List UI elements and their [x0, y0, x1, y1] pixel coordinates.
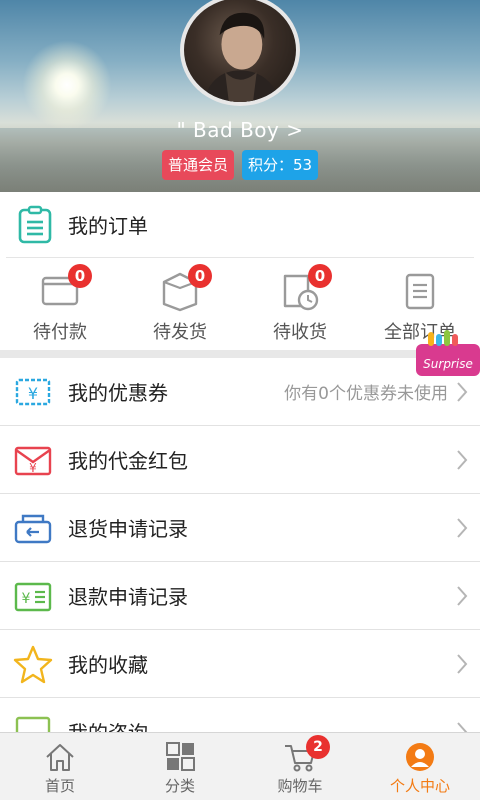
coupons-hint: 你有0个优惠券未使用 [284, 384, 448, 404]
cart-count-badge: 2 [306, 735, 330, 759]
svg-text:¥: ¥ [29, 461, 37, 475]
my-orders-label: 我的订单 [68, 214, 148, 238]
tab-home-label: 首页 [44, 777, 75, 795]
account-menu: ¥ 我的优惠券 你有0个优惠券未使用 ¥ 我的代金红包 退货申请记录 ¥ 退款申… [0, 358, 480, 766]
menu-item-return-requests[interactable]: 退货申请记录 [0, 494, 480, 562]
pending-receipt-count: 0 [308, 264, 332, 288]
refund-icon: ¥ [12, 575, 54, 617]
avatar[interactable] [180, 0, 300, 106]
status-pending-payment[interactable]: 0 待付款 [0, 258, 120, 350]
menu-item-coupons[interactable]: ¥ 我的优惠券 你有0个优惠券未使用 [0, 358, 480, 426]
menu-item-refund-requests[interactable]: ¥ 退款申请记录 [0, 562, 480, 630]
tab-home[interactable]: 首页 [0, 733, 120, 800]
tab-cart-label: 购物车 [277, 777, 323, 795]
menu-item-favorites[interactable]: 我的收藏 [0, 630, 480, 698]
menu-item-red-envelope[interactable]: ¥ 我的代金红包 [0, 426, 480, 494]
profile-badges: 普通会员 积分：53 [0, 150, 480, 180]
pending-receipt-label: 待收货 [273, 322, 327, 343]
pending-payment-label: 待付款 [33, 322, 87, 343]
chevron-right-icon [456, 381, 468, 403]
avatar-photo [202, 12, 281, 102]
my-orders-row[interactable]: 我的订单 [6, 192, 474, 258]
profile-header: " Bad Boy > 普通会员 积分：53 [0, 0, 480, 192]
member-level-badge: 普通会员 [161, 150, 234, 180]
clipboard-icon [14, 204, 56, 246]
points-badge[interactable]: 积分：53 [241, 150, 319, 180]
coupons-label: 我的优惠券 [68, 381, 168, 405]
status-pending-receipt[interactable]: 0 待收货 [240, 258, 360, 350]
red-envelope-label: 我的代金红包 [68, 449, 188, 473]
user-icon [406, 743, 434, 771]
pending-shipment-count: 0 [188, 264, 212, 288]
svg-text:¥: ¥ [28, 384, 38, 403]
username[interactable]: " Bad Boy > [0, 118, 480, 142]
section-divider [0, 350, 480, 358]
category-icon [166, 742, 195, 771]
chevron-right-icon [456, 653, 468, 675]
refund-requests-label: 退款申请记录 [68, 585, 188, 609]
pending-shipment-label: 待发货 [153, 322, 207, 343]
sun-glow [22, 40, 112, 130]
status-pending-shipment[interactable]: 0 待发货 [120, 258, 240, 350]
tab-profile-label: 个人中心 [389, 777, 450, 795]
bottom-tab-bar: 首页 分类 2 购物车 个人中心 [0, 732, 480, 800]
chevron-right-icon [456, 449, 468, 471]
tab-category-label: 分类 [164, 777, 195, 795]
svg-text:¥: ¥ [22, 591, 31, 607]
tab-category[interactable]: 分类 [120, 733, 240, 800]
coupon-icon: ¥ [12, 371, 54, 413]
orders-card: 我的订单 0 待付款 0 待发货 0 待收货 全部订单 [0, 192, 480, 350]
return-requests-label: 退货申请记录 [68, 517, 188, 541]
return-icon [12, 507, 54, 549]
star-icon [12, 643, 54, 685]
order-status-bar: 0 待付款 0 待发货 0 待收货 全部订单 [0, 258, 480, 350]
home-icon [46, 744, 74, 771]
tab-profile[interactable]: 个人中心 [360, 733, 480, 800]
tab-cart[interactable]: 2 购物车 [240, 733, 360, 800]
pending-payment-count: 0 [68, 264, 92, 288]
surprise-text: Surprise [423, 357, 473, 371]
chevron-right-icon [456, 585, 468, 607]
favorites-label: 我的收藏 [68, 653, 148, 677]
surprise-promo-tag[interactable]: Surprise [414, 326, 480, 378]
document-list-icon [405, 273, 435, 310]
red-envelope-icon: ¥ [12, 439, 54, 481]
chevron-right-icon [456, 517, 468, 539]
